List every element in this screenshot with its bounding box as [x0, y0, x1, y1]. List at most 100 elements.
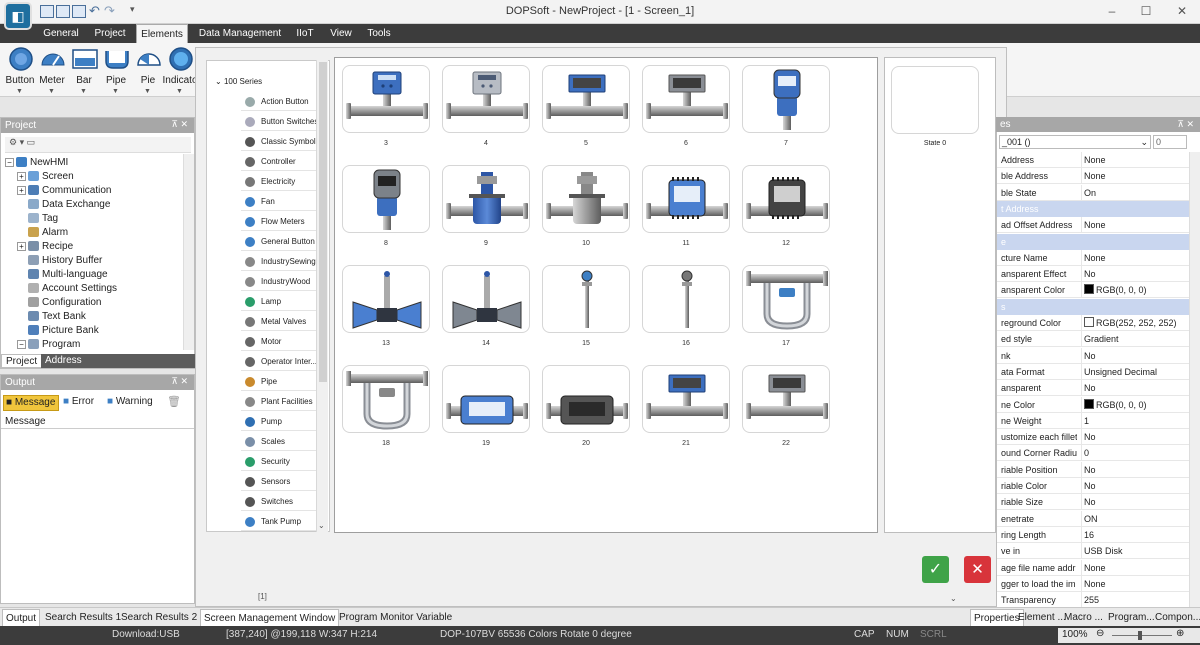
tree-item-configuration[interactable]: Configuration — [28, 296, 101, 309]
property-value[interactable]: ON — [1081, 510, 1187, 527]
tab-address-panel[interactable]: Address — [41, 354, 195, 368]
tree-item-account-settings[interactable]: Account Settings — [28, 282, 117, 295]
tab-search-results-2[interactable]: Search Results 2 — [118, 609, 200, 626]
property-value[interactable]: No — [1081, 494, 1187, 511]
tab-program[interactable]: Program... — [1105, 609, 1158, 626]
property-row[interactable]: ad Offset Address None — [997, 217, 1189, 234]
tree-item-recipe[interactable]: + Recipe — [17, 240, 73, 253]
library-group[interactable]: ⌄ 100 Series — [215, 77, 262, 86]
project-scrollbar[interactable] — [183, 154, 194, 350]
property-row[interactable]: ble State On — [997, 184, 1189, 201]
property-row[interactable]: ustomize each fillet r No — [997, 429, 1189, 446]
ribbon-button[interactable]: Button ▼ — [4, 45, 36, 95]
ribbon-pie[interactable]: Pie ▼ — [132, 45, 164, 95]
pin-icon[interactable]: ⊼ ✕ — [171, 376, 188, 387]
property-value[interactable]: No — [1081, 429, 1187, 446]
property-value[interactable]: None — [1081, 249, 1187, 266]
property-value[interactable]: No — [1081, 347, 1187, 364]
properties-scrollbar[interactable] — [1189, 152, 1200, 607]
library-category-item[interactable]: Classic Symbol — [241, 133, 321, 151]
zoom-out-icon[interactable]: ⊖ — [1096, 628, 1104, 639]
property-row[interactable]: riable Position No — [997, 461, 1189, 478]
warning-filter-button[interactable]: ■ Warning — [107, 395, 157, 411]
library-category-item[interactable]: Controller — [241, 153, 321, 171]
property-section-header[interactable]: s — [997, 298, 1189, 315]
library-scrollbar[interactable]: ⌄ — [316, 60, 328, 532]
chevron-down-icon[interactable]: ⌄ — [318, 521, 325, 530]
library-category-item[interactable]: Pipe — [241, 373, 321, 391]
tab-elements[interactable]: Elements — [136, 24, 188, 43]
property-section-header[interactable]: t Address — [997, 200, 1189, 217]
ribbon-pipe[interactable]: Pipe ▼ — [100, 45, 132, 95]
color-swatch[interactable] — [1084, 398, 1094, 409]
symbol-card[interactable] — [342, 65, 430, 133]
scrollbar-thumb[interactable] — [319, 62, 327, 382]
property-value[interactable]: No — [1081, 461, 1187, 478]
tab-search-results-1[interactable]: Search Results 1 — [42, 609, 124, 626]
library-category-item[interactable]: Lamp — [241, 293, 321, 311]
chevron-down-icon[interactable]: ▼ — [144, 88, 151, 95]
zoom-in-icon[interactable]: ⊕ — [1176, 628, 1184, 639]
property-row[interactable]: riable Size No — [997, 494, 1189, 511]
library-category-item[interactable]: Security — [241, 453, 321, 471]
symbol-card[interactable] — [442, 165, 530, 233]
property-row[interactable]: ata Format Unsigned Decimal — [997, 363, 1189, 380]
library-category-item[interactable]: Scales — [241, 433, 321, 451]
property-row[interactable]: Address None — [997, 152, 1189, 168]
property-value[interactable]: 0 — [1081, 445, 1187, 462]
property-row[interactable]: ble Address None — [997, 168, 1189, 185]
library-category-item[interactable]: Switches — [241, 493, 321, 511]
zoom-slider[interactable] — [1112, 635, 1172, 636]
property-value[interactable]: 1 — [1081, 412, 1187, 429]
ok-button[interactable]: ✓ — [922, 556, 949, 583]
tree-item-screen[interactable]: + Screen — [17, 170, 74, 183]
library-category-item[interactable]: Metal Valves — [241, 313, 321, 331]
color-swatch[interactable] — [1084, 317, 1094, 327]
property-row[interactable]: ansparent No — [997, 380, 1189, 397]
symbol-card[interactable] — [742, 65, 830, 133]
project-tool-icon[interactable]: ⚙ ▾ ▭ — [9, 137, 35, 147]
property-row[interactable]: ring Length 16 — [997, 526, 1189, 543]
tab-project-panel[interactable]: Project — [1, 354, 43, 368]
tree-item-program[interactable]: − Program — [17, 338, 80, 351]
tree-root[interactable]: − NewHMI — [5, 156, 68, 169]
property-row[interactable]: ed style Gradient — [997, 331, 1189, 348]
property-row[interactable]: ound Corner Radius 0 — [997, 445, 1189, 462]
message-filter-button[interactable]: ■ Message — [3, 395, 59, 411]
cancel-button[interactable]: ✕ — [964, 556, 991, 583]
symbol-card[interactable] — [542, 165, 630, 233]
maximize-button[interactable]: ☐ — [1136, 3, 1156, 19]
property-row[interactable]: gger to load the im None — [997, 575, 1189, 592]
close-window-button[interactable]: ✕ — [1172, 3, 1192, 19]
tree-item-multi-language[interactable]: Multi-language — [28, 268, 108, 281]
property-value[interactable]: 255 — [1081, 592, 1187, 607]
symbol-card[interactable] — [342, 265, 430, 333]
library-category-item[interactable]: Tank Pump — [241, 513, 321, 531]
library-category-item[interactable]: Operator Inter... — [241, 353, 321, 371]
symbol-card[interactable] — [742, 365, 830, 433]
chevron-down-icon[interactable]: ▼ — [80, 88, 87, 95]
symbol-card[interactable] — [442, 365, 530, 433]
property-value[interactable]: Unsigned Decimal — [1081, 363, 1187, 380]
tab-project[interactable]: Project — [88, 24, 132, 43]
property-value[interactable]: No — [1081, 266, 1187, 283]
tree-item-alarm[interactable]: Alarm — [28, 226, 68, 239]
symbol-card[interactable] — [442, 65, 530, 133]
property-value[interactable]: No — [1081, 380, 1187, 397]
symbol-card[interactable] — [542, 365, 630, 433]
ribbon-indicator[interactable]: Indicato ▼ — [162, 45, 198, 95]
pin-icon[interactable]: ⊼ ✕ — [171, 119, 188, 130]
property-value[interactable]: Gradient — [1081, 331, 1187, 348]
library-category-item[interactable]: General Button — [241, 233, 321, 251]
chevron-down-icon[interactable]: ▼ — [112, 88, 119, 95]
tab-data-management[interactable]: Data Management — [196, 24, 284, 43]
state-preview-card[interactable] — [891, 66, 979, 134]
clear-icon[interactable]: 🗑 — [167, 395, 181, 408]
chevron-down-icon[interactable]: ⌄ — [950, 594, 957, 603]
tab-screen-management-window[interactable]: Screen Management Window — [200, 609, 340, 626]
library-category-item[interactable]: Flow Meters — [241, 213, 321, 231]
symbol-card[interactable] — [542, 65, 630, 133]
library-category-item[interactable]: Button Switches — [241, 113, 321, 131]
library-category-item[interactable]: IndustryWood — [241, 273, 321, 291]
property-value[interactable]: RGB(0, 0, 0) — [1081, 396, 1187, 413]
